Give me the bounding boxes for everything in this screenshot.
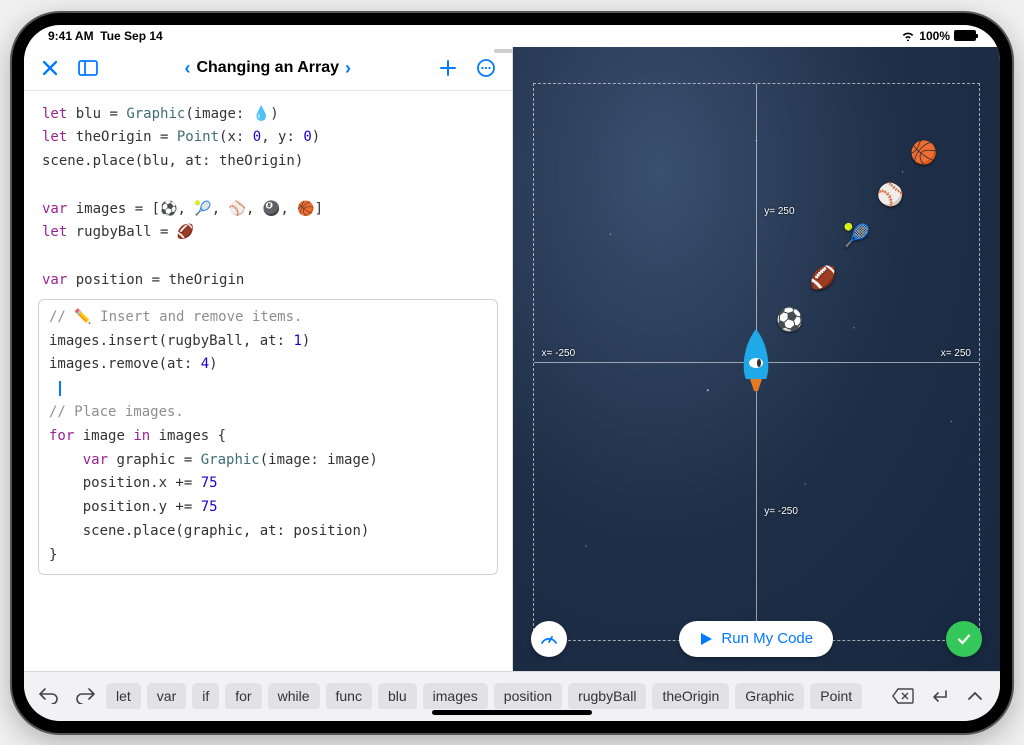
battery-percent: 100% [919, 29, 950, 43]
x-axis [534, 362, 980, 363]
wifi-icon [901, 31, 915, 41]
axis-label-ypos: y= 250 [764, 206, 794, 217]
editor-pane: ‹ Changing an Array › let blu = [24, 47, 513, 671]
redo-icon[interactable] [70, 688, 100, 704]
battery-icon [954, 30, 976, 41]
completion-chips: letvariffor whilefuncbluimagespositionrug… [106, 683, 882, 709]
scene-graphic: ⚽️ [776, 307, 803, 333]
axis-label-xpos: x= 250 [941, 348, 971, 359]
axis-label-yneg: y= -250 [764, 506, 798, 517]
prev-page-icon[interactable]: ‹ [184, 58, 190, 79]
success-button[interactable] [946, 621, 982, 657]
axis-label-xneg: x= -250 [542, 348, 576, 359]
ipad-device-frame: 9:41 AM Tue Sep 14 100% ‹ [12, 13, 1012, 733]
delete-icon[interactable] [888, 688, 918, 704]
completion-chip[interactable]: func [326, 683, 372, 709]
completion-chip[interactable]: theOrigin [652, 683, 729, 709]
completion-chip[interactable]: position [494, 683, 562, 709]
status-right: 100% [901, 29, 976, 43]
completion-chip[interactable]: images [423, 683, 488, 709]
text-cursor [59, 381, 61, 396]
content-split: ‹ Changing an Array › let blu = [24, 47, 1000, 671]
chevron-up-icon[interactable] [960, 691, 990, 701]
home-indicator[interactable] [432, 710, 592, 715]
scene-graphic: 🏈 [810, 265, 837, 291]
completion-chip[interactable]: blu [378, 683, 417, 709]
run-code-button[interactable]: Run My Code [679, 621, 833, 657]
add-icon[interactable] [436, 56, 460, 80]
completion-chip[interactable]: Graphic [735, 683, 804, 709]
completion-chip[interactable]: for [225, 683, 261, 709]
close-icon[interactable] [38, 56, 62, 80]
scene-graphic: ⚾️ [877, 182, 904, 208]
status-time-date: 9:41 AM Tue Sep 14 [48, 29, 163, 43]
editor-toolbar: ‹ Changing an Array › [24, 47, 512, 91]
status-bar: 9:41 AM Tue Sep 14 100% [24, 25, 1000, 47]
next-page-icon[interactable]: › [345, 58, 351, 79]
live-view: x= -250 x= 250 y= 250 y= -250 ⚽️ 🏈🎾 ⚾️🏀 [513, 47, 1001, 671]
editable-region[interactable]: // ✏️ Insert and remove items. images.in… [38, 299, 498, 575]
undo-icon[interactable] [34, 688, 64, 704]
code-editor[interactable]: let blu = Graphic(image: 💧) let theOrigi… [24, 91, 512, 671]
sidebar-toggle-icon[interactable] [76, 56, 100, 80]
scene-graphic: 🏀 [910, 140, 937, 166]
page-nav: ‹ Changing an Array › [114, 58, 422, 79]
completion-chip[interactable]: var [147, 683, 186, 709]
scene-graphic: 🎾 [843, 223, 870, 249]
speed-button[interactable] [531, 621, 567, 657]
scene-bounds: x= -250 x= 250 y= 250 y= -250 ⚽️ 🏈🎾 ⚾️🏀 [533, 83, 981, 641]
more-icon[interactable] [474, 56, 498, 80]
screen: 9:41 AM Tue Sep 14 100% ‹ [24, 25, 1000, 721]
completion-chip[interactable]: Point [810, 683, 862, 709]
completion-chip[interactable]: let [106, 683, 141, 709]
completion-chip[interactable]: rugbyBall [568, 683, 646, 709]
run-label: Run My Code [721, 630, 813, 647]
y-axis [756, 84, 757, 640]
character-blu [732, 327, 780, 397]
page-title: Changing an Array [196, 59, 339, 77]
play-icon [699, 632, 713, 646]
return-icon[interactable] [924, 688, 954, 704]
completion-chip[interactable]: if [192, 683, 219, 709]
completion-chip[interactable]: while [268, 683, 320, 709]
scene-controls: Run My Code [513, 621, 1001, 657]
